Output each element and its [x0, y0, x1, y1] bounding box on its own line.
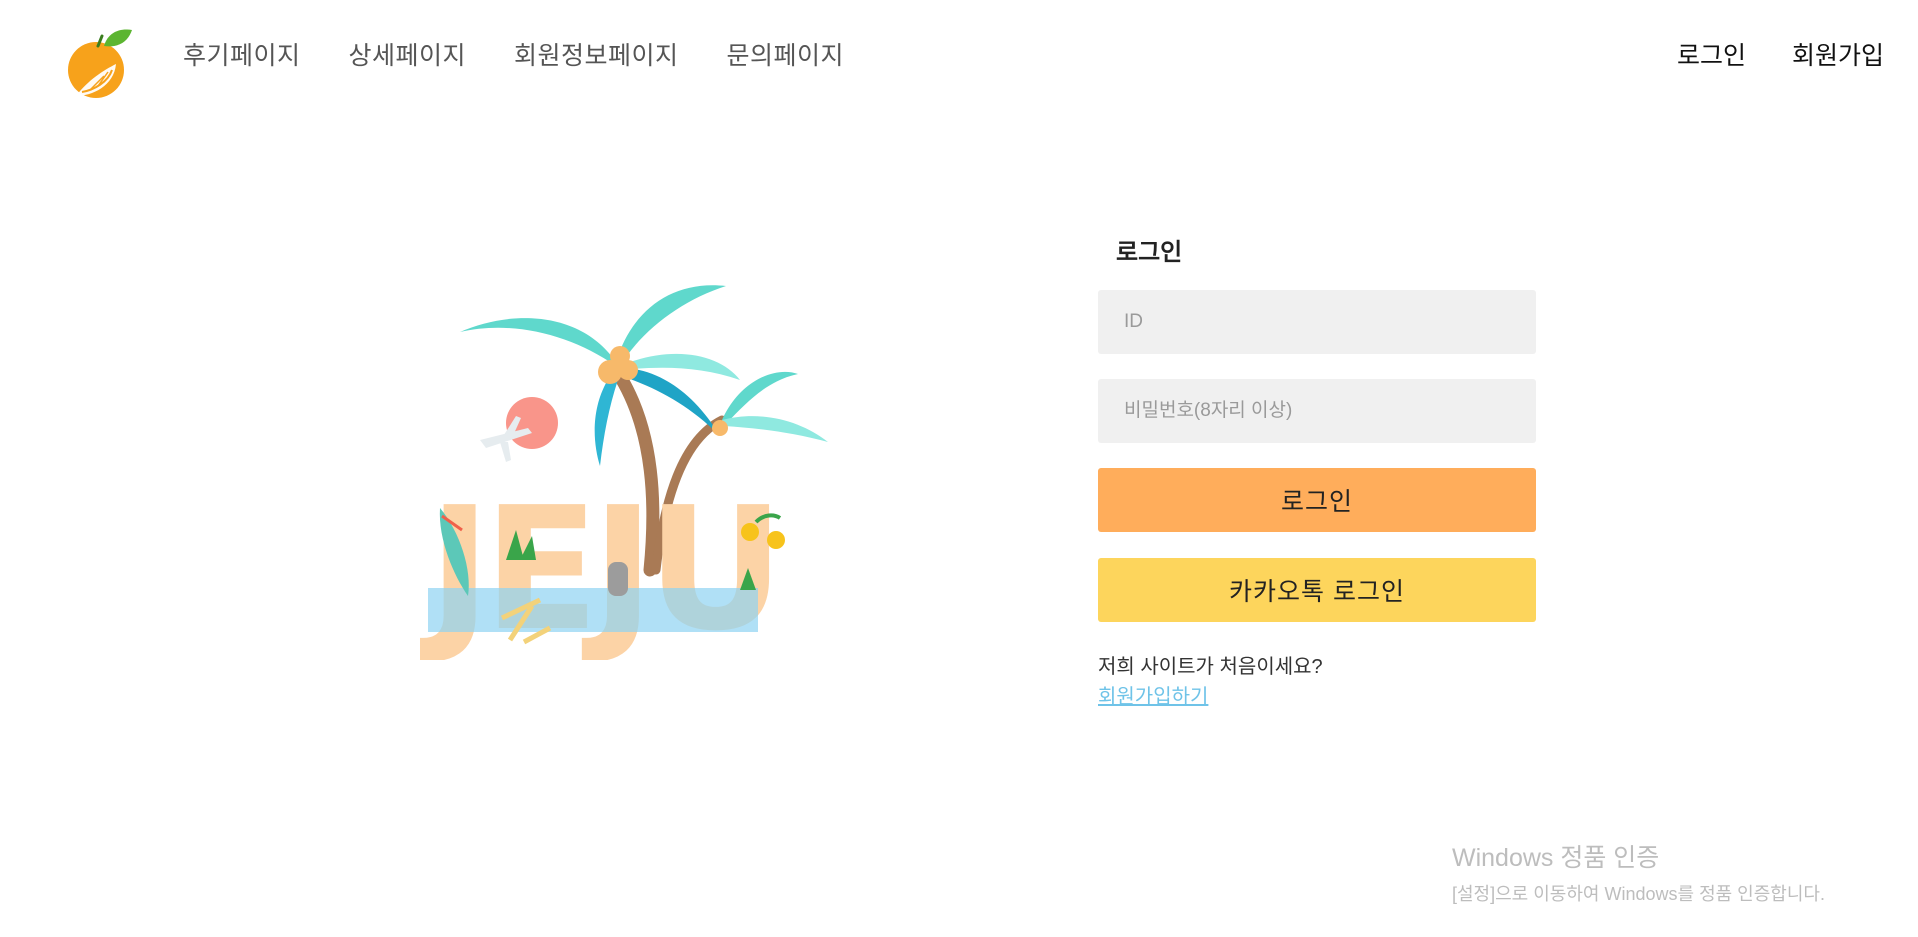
nav-item-inquiry[interactable]: 문의페이지 — [727, 36, 845, 72]
header-signup-link[interactable]: 회원가입 — [1792, 36, 1884, 72]
signup-question: 저희 사이트가 처음이세요? — [1098, 656, 1323, 678]
jeju-palm-illustration: JEJU — [420, 285, 828, 660]
nav-item-member-info[interactable]: 회원정보페이지 — [514, 36, 679, 72]
watermark-title: Windows 정품 인증 — [1452, 844, 1660, 872]
header-login-link[interactable]: 로그인 — [1677, 36, 1746, 72]
login-button[interactable]: 로그인 — [1098, 468, 1536, 532]
signup-link[interactable]: 회원가입하기 — [1098, 680, 1208, 709]
login-title: 로그인 — [1116, 239, 1183, 266]
auth-links: 로그인 회원가입 — [1677, 36, 1884, 72]
watermark-subtitle: [설정]으로 이동하여 Windows를 정품 인증합니다. — [1452, 884, 1825, 904]
kakao-login-button[interactable]: 카카오톡 로그인 — [1098, 558, 1536, 622]
windows-activation-watermark: Windows 정품 인증 [설정]으로 이동하여 Windows를 정품 인증… — [1452, 838, 1825, 906]
orange-logo-icon[interactable] — [58, 20, 140, 102]
site-header: 후기페이지 상세페이지 회원정보페이지 문의페이지 로그인 회원가입 — [0, 0, 1918, 110]
id-input[interactable] — [1098, 290, 1536, 354]
password-input[interactable] — [1098, 379, 1536, 443]
nav-item-reviews[interactable]: 후기페이지 — [183, 36, 301, 72]
nav-item-details[interactable]: 상세페이지 — [349, 36, 467, 72]
main-nav: 후기페이지 상세페이지 회원정보페이지 문의페이지 — [183, 36, 844, 72]
